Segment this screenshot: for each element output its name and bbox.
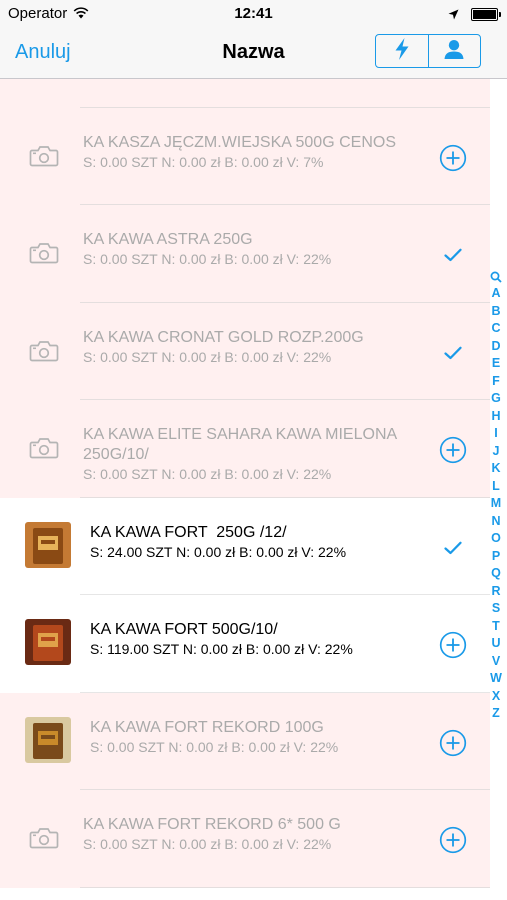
index-letters: ABCDEFGHIJKLMNOPQRSTUVWXZ: [490, 285, 502, 723]
index-letter[interactable]: W: [490, 670, 502, 688]
index-letter[interactable]: S: [490, 600, 502, 618]
product-stock-info: S: 0.00 SZT N: 0.00 zł B: 0.00 zł V: 22%: [83, 466, 332, 482]
product-row[interactable]: KA KAWA FORT REKORD 6* 500 G S: 0.00 SZT …: [0, 790, 490, 888]
index-letter[interactable]: R: [490, 583, 502, 601]
battery-icon: [471, 8, 501, 21]
product-row[interactable]: KA KAWA FORT 250G /12/S: 24.00 SZT N: 0.…: [0, 497, 490, 595]
product-list-track: S: 0.00 SZT N: 0.00 zł B: 0.00 zł V: 7%K…: [0, 78, 490, 888]
index-letter[interactable]: T: [490, 618, 502, 636]
product-photo-coffee-bag: [25, 619, 71, 665]
index-letter[interactable]: J: [490, 443, 502, 461]
product-name: KA KAWA FORT REKORD 6* 500 G: [83, 816, 341, 833]
product-row[interactable]: S: 0.00 SZT N: 0.00 zł B: 0.00 zł V: 7%: [0, 78, 490, 108]
add-product-button[interactable]: [438, 435, 468, 465]
index-letter[interactable]: H: [490, 408, 502, 426]
alphabet-index: ABCDEFGHIJKLMNOPQRSTUVWXZ: [487, 268, 505, 723]
clock: 12:41: [234, 5, 273, 22]
index-letter[interactable]: G: [490, 390, 502, 408]
row-divider: [80, 886, 490, 888]
product-row[interactable]: KA KAWA ELITE SAHARA KAWA MIELONA 250G/1…: [0, 400, 490, 498]
product-name: KA KAWA FORT 500G/10/: [90, 621, 278, 638]
camera-icon[interactable]: [29, 242, 59, 269]
product-row[interactable]: KA KAWA ASTRA 250G S: 0.00 SZT N: 0.00 zł…: [0, 205, 490, 303]
product-name: KA KASZA JĘCZM.WIEJSKA 500G CENOS: [83, 133, 396, 151]
person-icon: [443, 38, 465, 65]
add-product-button[interactable]: [438, 728, 468, 758]
index-letter[interactable]: B: [490, 303, 502, 321]
product-stock-info: S: 119.00 SZT N: 0.00 zł B: 0.00 zł V: 2…: [90, 641, 353, 657]
product-photo-coffee-box: [25, 521, 71, 568]
index-letter[interactable]: E: [490, 355, 502, 373]
index-letter[interactable]: V: [490, 653, 502, 671]
index-letter[interactable]: L: [490, 478, 502, 496]
index-letter[interactable]: N: [490, 513, 502, 531]
selected-checkmark-icon[interactable]: [438, 338, 468, 368]
location-arrow-icon: [448, 7, 459, 24]
add-product-button[interactable]: [438, 630, 468, 660]
index-letter[interactable]: Z: [490, 705, 502, 723]
index-letter[interactable]: C: [490, 320, 502, 338]
product-name: KA KAWA CRONAT GOLD ROZP.200G: [83, 328, 364, 346]
index-letter[interactable]: P: [490, 548, 502, 566]
cancel-button[interactable]: Anuluj: [15, 41, 71, 64]
product-name: KA KAWA ELITE SAHARA KAWA MIELONA 250G/1…: [83, 426, 398, 463]
product-stock-info: S: 0.00 SZT N: 0.00 zł B: 0.00 zł V: 22%: [90, 738, 339, 755]
index-letter[interactable]: U: [490, 635, 502, 653]
product-row[interactable]: KA KAWA CRONAT GOLD ROZP.200G S: 0.00 SZT…: [0, 302, 490, 400]
index-letter[interactable]: A: [490, 285, 502, 303]
index-letter[interactable]: I: [490, 425, 502, 443]
status-bar: Operator 12:41: [0, 0, 507, 28]
lightning-bolt-icon: [394, 37, 410, 65]
add-product-button[interactable]: [438, 825, 468, 855]
index-letter[interactable]: X: [490, 688, 502, 706]
product-row[interactable]: KA KAWA FORT REKORD 100G S: 0.00 SZT N: 0…: [0, 692, 490, 790]
selected-checkmark-icon[interactable]: [438, 533, 468, 563]
customer-mode-button[interactable]: [427, 35, 481, 67]
product-photo-coffee-pack: [25, 716, 71, 763]
product-row[interactable]: KA KASZA JĘCZM.WIEJSKA 500G CENOS S: 0.00…: [0, 107, 490, 205]
selected-checkmark-icon[interactable]: [438, 240, 468, 270]
product-stock-info: S: 24.00 SZT N: 0.00 zł B: 0.00 zł V: 22…: [90, 543, 347, 560]
navigation-bar: Anuluj Nazwa: [0, 28, 507, 79]
product-row[interactable]: KA KAWA FORT 500G/10/S: 119.00 SZT N: 0.…: [0, 595, 490, 693]
product-stock-info: S: 0.00 SZT N: 0.00 zł B: 0.00 zł V: 22%: [83, 836, 332, 852]
camera-icon[interactable]: [29, 340, 59, 367]
index-letter[interactable]: K: [490, 460, 502, 478]
index-letter[interactable]: M: [490, 495, 502, 513]
product-stock-info: S: 0.00 SZT N: 0.00 zł B: 0.00 zł V: 7%: [83, 153, 324, 170]
product-stock-info: S: 0.00 SZT N: 0.00 zł B: 0.00 zł V: 22%: [83, 251, 332, 267]
flash-mode-button[interactable]: [376, 35, 428, 67]
index-search-icon[interactable]: [490, 268, 502, 285]
product-name: KA KAWA FORT REKORD 100G: [90, 718, 324, 736]
camera-icon[interactable]: [29, 145, 59, 172]
add-product-button[interactable]: [438, 143, 468, 173]
index-letter[interactable]: D: [490, 338, 502, 356]
product-stock-info: S: 0.00 SZT N: 0.00 zł B: 0.00 zł V: 22%: [83, 348, 332, 365]
index-letter[interactable]: F: [490, 373, 502, 391]
camera-icon[interactable]: [29, 827, 59, 854]
camera-icon[interactable]: [29, 437, 59, 464]
product-name: KA KAWA FORT 250G /12/: [90, 523, 287, 541]
product-name: KA KAWA ASTRA 250G: [83, 231, 253, 248]
mode-segmented-control: [375, 34, 481, 68]
product-list[interactable]: S: 0.00 SZT N: 0.00 zł B: 0.00 zł V: 7%K…: [0, 78, 490, 900]
index-letter[interactable]: Q: [490, 565, 502, 583]
index-letter[interactable]: O: [490, 530, 502, 548]
